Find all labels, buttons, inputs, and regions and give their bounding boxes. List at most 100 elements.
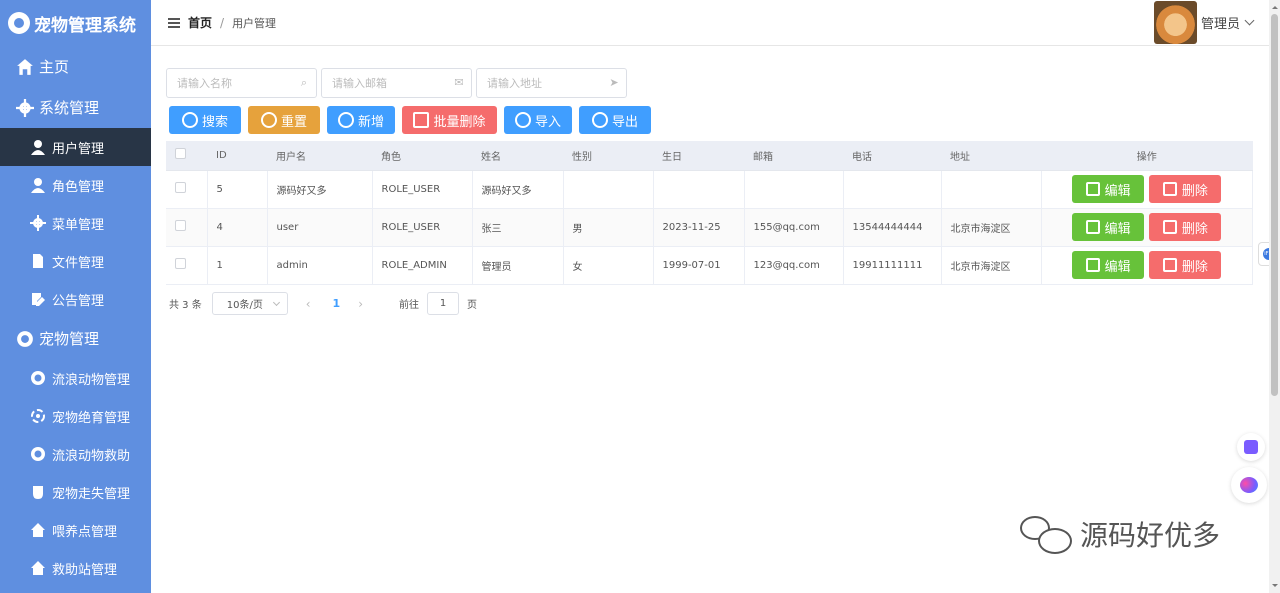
sidebar-group-pets[interactable]: 宠物管理 xyxy=(0,318,151,359)
sidebar-item-users[interactable]: 用户管理 xyxy=(0,128,151,166)
sidebar-item-files[interactable]: 文件管理 xyxy=(0,242,151,280)
user-table: ID 用户名 角色 姓名 性别 生日 邮箱 电话 地址 操作 5 源码好又多 R… xyxy=(166,141,1253,285)
button-label: 导出 xyxy=(611,114,638,130)
scrollbar-thumb[interactable] xyxy=(1271,14,1278,396)
watermark: 源码好优多 xyxy=(1018,512,1220,556)
cell-email: 123@qq.com xyxy=(744,246,844,285)
column-header: 电话 xyxy=(843,141,941,171)
chevron-down-icon xyxy=(272,298,280,306)
delete-button[interactable]: 删除 xyxy=(1149,213,1222,241)
edit-button[interactable]: 编辑 xyxy=(1072,213,1145,241)
page-number-current[interactable]: 1 xyxy=(333,297,341,310)
cell-address xyxy=(941,170,1042,209)
cell-name: 源码好又多 xyxy=(472,170,564,209)
pet-icon xyxy=(16,330,34,348)
breadcrumb-separator: / xyxy=(220,15,225,30)
avatar xyxy=(1153,1,1197,44)
sidebar-item-stray-animals[interactable]: 流浪动物管理 xyxy=(0,359,151,397)
sidebar-item-feeding-points[interactable]: 喂养点管理 xyxy=(0,511,151,549)
ai-assistant-float-button[interactable] xyxy=(1231,467,1267,503)
goto-page-input[interactable]: 1 xyxy=(427,292,460,315)
reset-button[interactable]: 重置 xyxy=(248,106,320,134)
row-checkbox[interactable] xyxy=(175,258,186,269)
scroll-down-arrow-icon[interactable] xyxy=(1272,584,1278,590)
search-icon: ⌕ xyxy=(300,76,308,89)
cell-id: 4 xyxy=(207,208,268,247)
button-label: 重置 xyxy=(280,114,307,130)
sidebar-item-menus[interactable]: 菜单管理 xyxy=(0,204,151,242)
file-icon xyxy=(30,253,46,269)
app-logo[interactable]: 宠物管理系统 xyxy=(0,0,151,46)
address-search-input[interactable] xyxy=(487,76,608,90)
email-search-input[interactable] xyxy=(332,76,453,90)
sidebar-group-system[interactable]: 系统管理 xyxy=(0,87,151,128)
sidebar-item-lost-pets[interactable]: 宠物走失管理 xyxy=(0,473,151,511)
cell-username: 源码好又多 xyxy=(267,170,373,209)
sidebar-item-label: 公告管理 xyxy=(52,293,105,309)
select-all-checkbox[interactable] xyxy=(175,148,186,160)
page-size-value: 10条/页 xyxy=(226,300,263,311)
column-header: ID xyxy=(207,141,267,171)
sidebar-item-label: 流浪动物管理 xyxy=(52,372,131,388)
sidebar-item-home[interactable]: 主页 xyxy=(0,46,151,87)
column-header: 地址 xyxy=(941,141,1041,171)
brain-icon xyxy=(1240,477,1258,493)
cell-phone: 19911111111 xyxy=(843,246,942,285)
translate-float-button[interactable] xyxy=(1237,433,1265,461)
delete-button[interactable]: 删除 xyxy=(1149,251,1222,279)
sidebar-item-label: 流浪动物救助 xyxy=(52,448,131,464)
pagination: 共 3 条 10条/页 ‹ 1 › 前往 1 页 xyxy=(169,292,477,315)
prev-page-button[interactable]: ‹ xyxy=(306,297,311,311)
sidebar-item-notices[interactable]: 公告管理 xyxy=(0,280,151,318)
sidebar-item-label: 主页 xyxy=(39,58,70,76)
search-button[interactable]: 搜索 xyxy=(169,106,241,134)
scroll-up-arrow-icon[interactable] xyxy=(1272,3,1278,9)
sidebar-item-sterilization[interactable]: 宠物绝育管理 xyxy=(0,397,151,435)
search-icon xyxy=(181,112,198,128)
row-checkbox[interactable] xyxy=(175,182,186,193)
plus-circle-icon xyxy=(337,112,354,128)
refresh-icon xyxy=(260,112,277,128)
add-button[interactable]: 新增 xyxy=(327,106,395,134)
user-name: 管理员 xyxy=(1200,17,1240,32)
cell-name: 管理员 xyxy=(472,246,564,285)
goto-label: 前往 xyxy=(399,300,420,311)
gear-icon xyxy=(591,112,608,128)
row-checkbox[interactable] xyxy=(175,220,186,231)
sidebar-item-label: 角色管理 xyxy=(52,179,105,195)
next-page-button[interactable]: › xyxy=(358,297,363,311)
breadcrumb-home[interactable]: 首页 xyxy=(188,14,212,31)
batch-delete-button[interactable]: 批量删除 xyxy=(402,106,497,134)
edit-button[interactable]: 编辑 xyxy=(1072,251,1145,279)
export-button[interactable]: 导出 xyxy=(579,106,651,134)
column-header: 邮箱 xyxy=(744,141,843,171)
user-dropdown[interactable]: 管理员 xyxy=(1153,1,1255,44)
edit-button[interactable]: 编辑 xyxy=(1072,175,1145,203)
select-all-cell xyxy=(166,141,207,171)
delete-button[interactable]: 删除 xyxy=(1149,175,1222,203)
trash-icon xyxy=(413,112,430,128)
sidebar-item-rescue[interactable]: 流浪动物救助 xyxy=(0,435,151,473)
vertical-scrollbar[interactable] xyxy=(1269,0,1280,593)
import-button[interactable]: 导入 xyxy=(504,106,572,134)
button-label: 编辑 xyxy=(1104,183,1131,199)
cell-phone xyxy=(843,170,942,209)
translate-icon xyxy=(1244,440,1258,454)
cell-birthday: 1999-07-01 xyxy=(653,246,745,285)
user-icon xyxy=(30,139,46,155)
mail-icon: ✉ xyxy=(454,76,464,89)
sidebar-item-roles[interactable]: 角色管理 xyxy=(0,166,151,204)
breadcrumb-current: 用户管理 xyxy=(232,16,277,30)
import-icon xyxy=(514,112,531,128)
cell-gender: 女 xyxy=(563,246,654,285)
column-header: 性别 xyxy=(563,141,653,171)
sidebar-item-rescue-stations[interactable]: 救助站管理 xyxy=(0,549,151,587)
page-size-select[interactable]: 10条/页 xyxy=(211,292,288,315)
menu-fold-icon[interactable] xyxy=(168,17,180,28)
cell-address: 北京市海淀区 xyxy=(941,246,1042,285)
name-search-input[interactable] xyxy=(177,76,298,90)
sidebar-group-label: 宠物管理 xyxy=(39,330,100,348)
trash-icon xyxy=(1162,220,1177,234)
cell-username: admin xyxy=(267,246,373,285)
name-search-box: ⌕ xyxy=(166,68,317,98)
